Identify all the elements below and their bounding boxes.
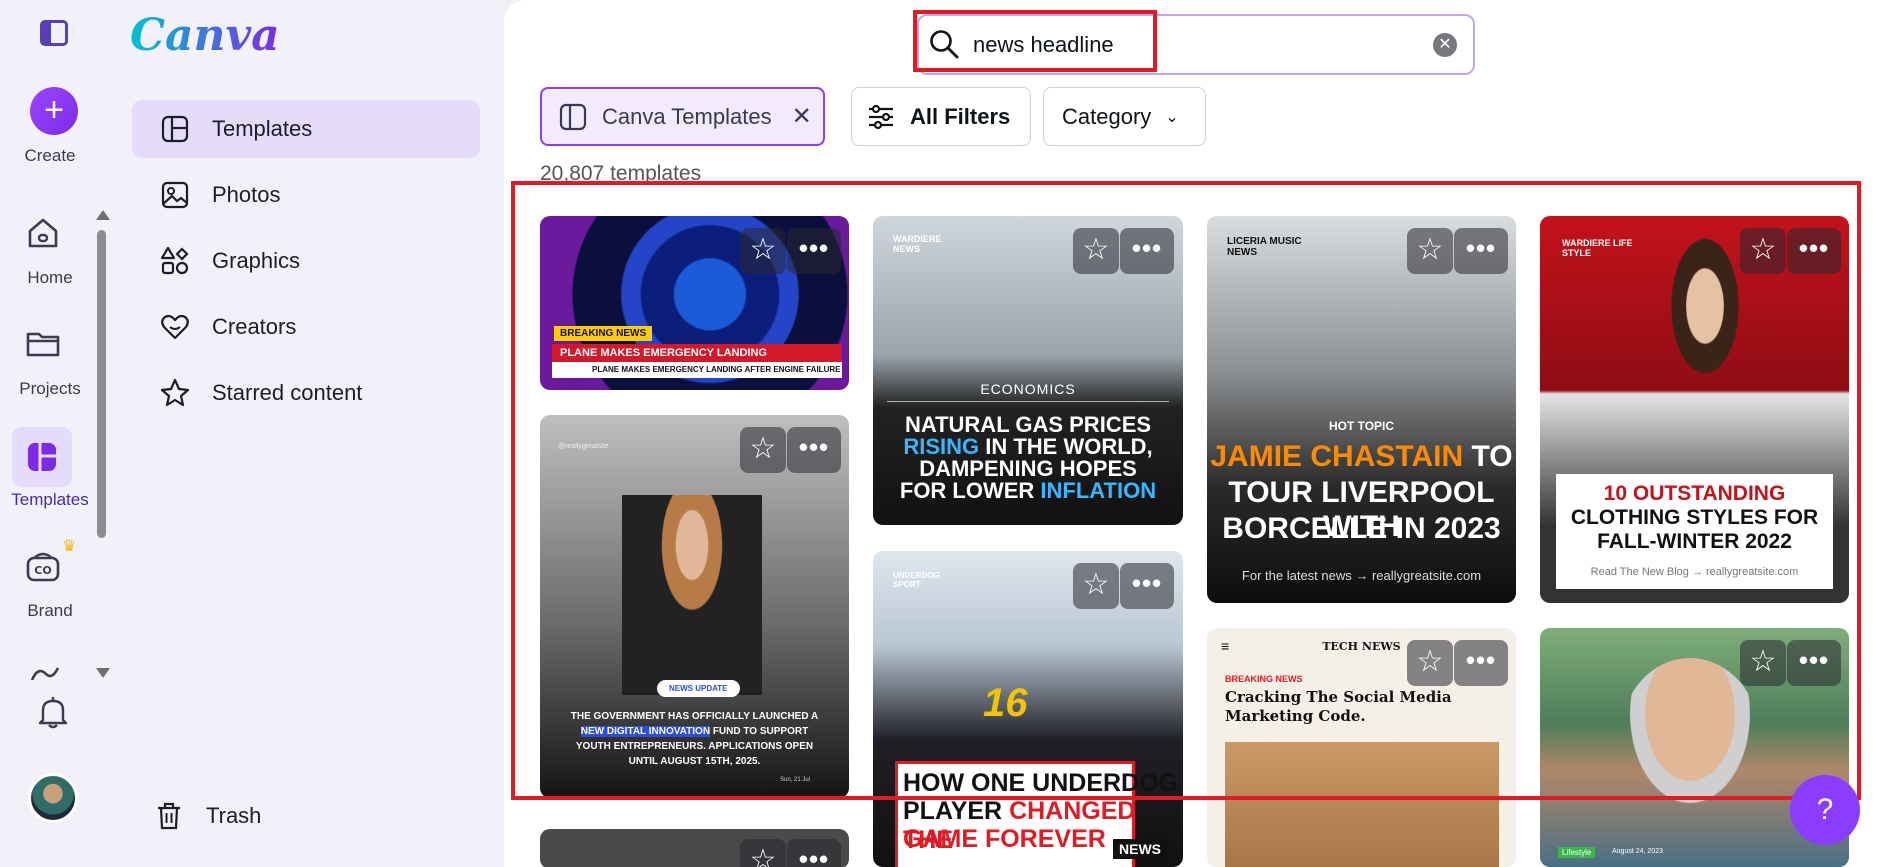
- nav-item-templates[interactable]: Templates: [132, 100, 480, 158]
- photos-icon: [160, 180, 190, 210]
- templates-label[interactable]: Templates: [0, 490, 100, 510]
- category-label: Category: [1062, 103, 1152, 129]
- templates-rail-button[interactable]: [12, 427, 72, 487]
- projects-label[interactable]: Projects: [0, 379, 100, 399]
- trash-icon: [154, 801, 184, 831]
- avatar[interactable]: [28, 773, 78, 823]
- chevron-down-icon: ⌄: [1165, 108, 1179, 126]
- create-button[interactable]: +: [30, 87, 78, 135]
- magic-icon[interactable]: [26, 660, 64, 680]
- nav-label: Starred content: [212, 380, 363, 405]
- templates-icon: [28, 443, 56, 471]
- all-filters-button[interactable]: All Filters: [851, 87, 1031, 146]
- nav-item-graphics[interactable]: Graphics: [132, 232, 480, 290]
- graphics-icon: [160, 246, 190, 276]
- category-dropdown[interactable]: Category ⌄: [1043, 87, 1206, 146]
- svg-text:CO: CO: [34, 564, 51, 577]
- crown-icon: ♛: [62, 538, 77, 555]
- date-label: August 24, 2023: [1612, 848, 1663, 855]
- canva-logo[interactable]: Canva: [130, 10, 280, 61]
- star-icon: [160, 378, 190, 408]
- news-tag: NEWS: [1113, 839, 1167, 859]
- canva-templates-filter-chip[interactable]: Canva Templates ✕: [540, 87, 825, 146]
- results-highlight-box: [511, 181, 1861, 800]
- card-text: GAME FOREVER: [903, 825, 1106, 853]
- bell-icon[interactable]: [34, 693, 74, 733]
- scrollbar-thumb[interactable]: [97, 230, 106, 538]
- projects-icon[interactable]: [24, 324, 62, 362]
- home-icon[interactable]: [24, 214, 62, 252]
- nav-label: Photos: [212, 182, 281, 207]
- nav-label: Templates: [212, 116, 313, 141]
- sliders-icon: [869, 104, 893, 129]
- brand-icon[interactable]: CO: [24, 548, 62, 586]
- help-button[interactable]: ?: [1790, 775, 1860, 845]
- card-text: PLAYER: [903, 797, 1010, 825]
- brand-label[interactable]: Brand: [0, 601, 100, 621]
- templates-icon: [559, 103, 587, 130]
- templates-icon: [160, 114, 190, 144]
- nav-item-creators[interactable]: Creators: [132, 298, 480, 356]
- clear-search-button[interactable]: ✕: [1433, 33, 1457, 57]
- nav-label: Creators: [212, 314, 297, 339]
- nav-item-trash[interactable]: Trash: [126, 787, 474, 845]
- template-card[interactable]: ☆ •••: [540, 829, 849, 867]
- nav-item-starred[interactable]: Starred content: [132, 364, 480, 422]
- sidebar-toggle-icon[interactable]: [40, 20, 68, 46]
- scroll-down-arrow[interactable]: [96, 668, 110, 678]
- nav-label: Graphics: [212, 248, 301, 273]
- all-filters-label: All Filters: [910, 103, 1011, 129]
- creators-icon: [160, 312, 190, 342]
- home-label[interactable]: Home: [0, 268, 100, 288]
- star-icon[interactable]: ☆: [740, 839, 786, 867]
- chip-label: Canva Templates: [602, 103, 772, 129]
- nav-item-photos[interactable]: Photos: [132, 166, 480, 224]
- create-label[interactable]: Create: [0, 146, 100, 166]
- close-icon[interactable]: ✕: [792, 102, 812, 131]
- more-options-icon[interactable]: •••: [787, 839, 841, 867]
- scroll-up-arrow[interactable]: [96, 210, 110, 220]
- search-highlight-box: [913, 10, 1157, 72]
- nav-label: Trash: [206, 803, 262, 828]
- left-rail: + Create Home Projects Templates CO ♛ Br…: [0, 0, 100, 867]
- category-tag: Lifestyle: [1558, 847, 1596, 858]
